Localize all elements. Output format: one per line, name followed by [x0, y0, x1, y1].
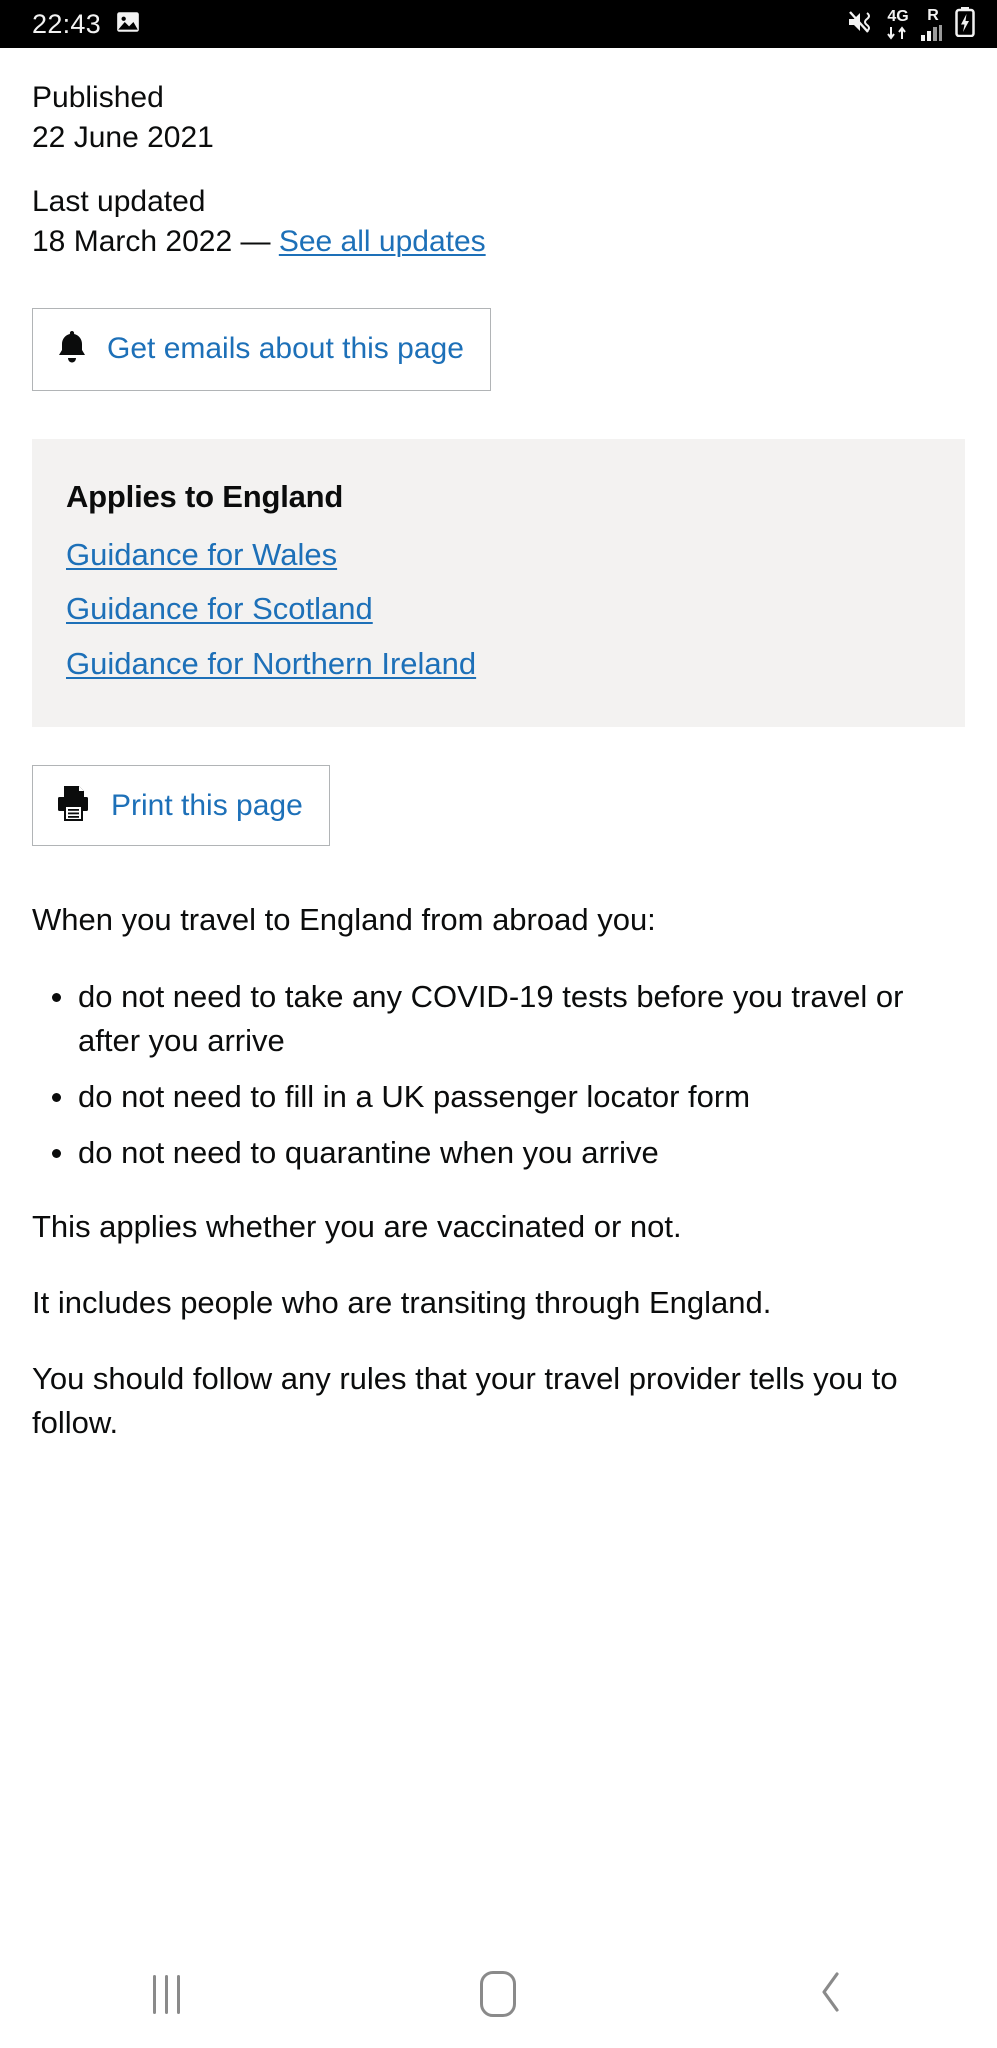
android-status-bar: 22:43 4G R — [0, 0, 997, 48]
signal-bars-icon: R — [920, 6, 946, 41]
mobile-data-icon: 4G — [885, 7, 911, 40]
last-updated-group: Last updated 18 March 2022 — See all upd… — [32, 182, 965, 262]
battery-charging-icon — [955, 6, 975, 42]
back-icon — [816, 1968, 846, 2021]
browser-page-content[interactable]: Published 22 June 2021 Last updated 18 M… — [0, 48, 997, 1940]
recents-icon — [152, 1974, 180, 2014]
bell-icon — [55, 329, 89, 370]
govuk-article: Published 22 June 2021 Last updated 18 M… — [0, 48, 997, 1445]
get-emails-button[interactable]: Get emails about this page — [32, 307, 491, 391]
list-item: do not need to fill in a UK passenger lo… — [32, 1075, 965, 1119]
applies-to-links: Guidance for Wales Guidance for Scotland… — [66, 537, 931, 682]
last-updated-label: Last updated — [32, 184, 206, 218]
home-icon — [480, 1971, 517, 2017]
published-date: 22 June 2021 — [32, 120, 214, 154]
applies-to-panel: Applies to England Guidance for Wales Gu… — [32, 438, 965, 728]
android-navigation-bar — [0, 1940, 997, 2048]
guidance-northern-ireland-link[interactable]: Guidance for Northern Ireland — [66, 646, 476, 682]
guidance-wales-link[interactable]: Guidance for Wales — [66, 537, 337, 573]
meta-space — [270, 225, 278, 258]
publication-metadata: Published 22 June 2021 Last updated 18 M… — [32, 78, 965, 262]
print-page-button[interactable]: Print this page — [32, 765, 330, 847]
image-icon — [115, 9, 141, 40]
transit-paragraph: It includes people who are transiting th… — [32, 1284, 772, 1320]
vaccination-paragraph: This applies whether you are vaccinated … — [32, 1208, 682, 1244]
last-updated-line: 18 March 2022 — See all updates — [32, 222, 965, 262]
home-button[interactable] — [423, 1940, 573, 2048]
back-button[interactable] — [756, 1940, 906, 2048]
list-item: do not need to take any COVID-19 tests b… — [32, 975, 965, 1063]
print-page-label: Print this page — [111, 788, 303, 822]
roaming-label: R — [927, 6, 939, 24]
published-label: Published — [32, 81, 164, 114]
guidance-scotland-link[interactable]: Guidance for Scotland — [66, 591, 373, 627]
requirements-list: do not need to take any COVID-19 tests b… — [32, 975, 965, 1175]
em-dash: — — [240, 224, 271, 258]
travel-provider-paragraph: You should follow any rules that your tr… — [32, 1360, 898, 1440]
see-all-updates-link[interactable]: See all updates — [279, 225, 486, 258]
status-clock: 22:43 — [32, 8, 102, 39]
printer-icon — [55, 784, 91, 827]
published-group: Published 22 June 2021 — [32, 78, 965, 158]
recents-button[interactable] — [91, 1940, 241, 2048]
list-item: do not need to quarantine when you arriv… — [32, 1131, 965, 1175]
network-type-label: 4G — [887, 7, 909, 25]
last-updated-date: 18 March 2022 — [32, 224, 233, 258]
applies-to-title: Applies to England — [66, 478, 344, 514]
intro-paragraph: When you travel to England from abroad y… — [32, 902, 656, 938]
status-bar-left: 22:43 — [32, 9, 141, 40]
mute-vibrate-icon — [846, 8, 876, 41]
get-emails-label: Get emails about this page — [107, 332, 464, 366]
status-bar-right: 4G R — [846, 6, 975, 42]
guidance-body: When you travel to England from abroad y… — [32, 898, 965, 1444]
